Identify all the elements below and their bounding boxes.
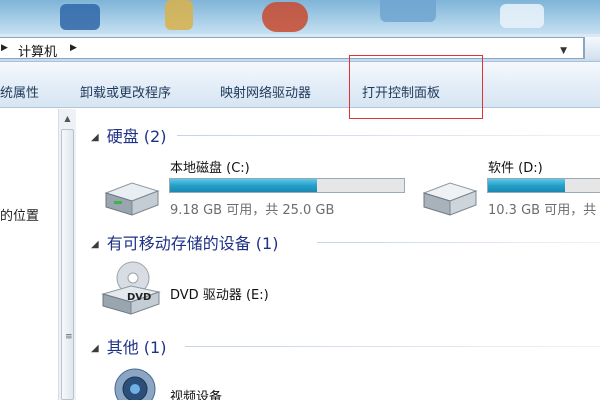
webcam-icon (114, 368, 156, 400)
scroll-up-icon[interactable]: ▲ (61, 111, 74, 126)
usage-bar-fill (488, 179, 565, 192)
group-divider (177, 135, 600, 136)
nav-item-location[interactable]: 的位置 (0, 205, 39, 224)
usage-bar-fill (170, 179, 318, 192)
desktop-icon-blob (60, 4, 100, 30)
address-input[interactable]: ▶ 计算机 ▶ ▼ (0, 37, 584, 60)
group-title: 有可移动存储的设备 (1) (106, 234, 279, 253)
drive-name: 本地磁盘 (C:) (170, 161, 250, 176)
desktop-icon-blob (380, 0, 436, 22)
map-network-drive-button[interactable]: 映射网络驱动器 (220, 82, 311, 101)
system-properties-button[interactable]: 统属性 (0, 82, 39, 101)
group-header-hard-disks[interactable]: ◢ 硬盘 (2) (91, 123, 166, 147)
desktop-icon-blob (500, 4, 544, 28)
breadcrumb-arrow-icon[interactable]: ▶ (70, 43, 77, 53)
dvd-drive-icon: DVD (101, 261, 161, 315)
uninstall-program-button[interactable]: 卸载或更改程序 (80, 82, 171, 101)
group-header-other[interactable]: ◢ 其他 (1) (91, 334, 166, 358)
desktop-background-strip (0, 0, 600, 34)
group-header-removable[interactable]: ◢ 有可移动存储的设备 (1) (91, 230, 278, 254)
group-divider (317, 242, 600, 243)
open-control-panel-button[interactable]: 打开控制面板 (362, 82, 440, 101)
breadcrumb-arrow-icon[interactable]: ▶ (1, 43, 8, 53)
drive-size: 9.18 GB 可用，共 25.0 GB (170, 203, 335, 218)
drive-name: 软件 (D:) (488, 161, 543, 176)
drive-name: DVD 驱动器 (E:) (170, 288, 269, 303)
hard-drive-icon (422, 182, 478, 216)
drive-size: 10.3 GB 可用，共 (488, 203, 597, 218)
collapse-triangle-icon[interactable]: ◢ (91, 132, 99, 143)
usage-bar (169, 178, 405, 193)
nav-scrollbar[interactable]: ▲ ≡ (58, 109, 76, 400)
collapse-triangle-icon[interactable]: ◢ (91, 239, 99, 250)
dvd-label: DVD (127, 292, 151, 303)
breadcrumb-computer[interactable]: 计算机 (18, 41, 57, 60)
address-go-button[interactable] (584, 37, 600, 59)
usage-bar (487, 178, 600, 193)
desktop-icon-blob (262, 2, 308, 32)
group-divider (185, 346, 600, 347)
group-title: 其他 (1) (106, 338, 167, 357)
address-bar: ▶ 计算机 ▶ ▼ (0, 34, 600, 62)
command-bar: 统属性 卸载或更改程序 映射网络驱动器 打开控制面板 (0, 62, 600, 108)
collapse-triangle-icon[interactable]: ◢ (91, 343, 99, 354)
desktop-icon-blob (165, 0, 193, 30)
scrollbar-thumb[interactable]: ≡ (61, 129, 74, 400)
address-dropdown-icon[interactable]: ▼ (560, 46, 567, 56)
navigation-pane: 的位置 ▲ ≡ (0, 109, 76, 400)
grip-icon: ≡ (65, 332, 73, 342)
drives-content-pane: ◢ 硬盘 (2) 本地磁盘 (C:) 9.18 GB 可用，共 25.0 GB 软… (77, 109, 600, 400)
group-title: 硬盘 (2) (106, 127, 167, 146)
device-name: 视频设备 (170, 390, 223, 400)
hard-drive-icon (104, 182, 160, 216)
